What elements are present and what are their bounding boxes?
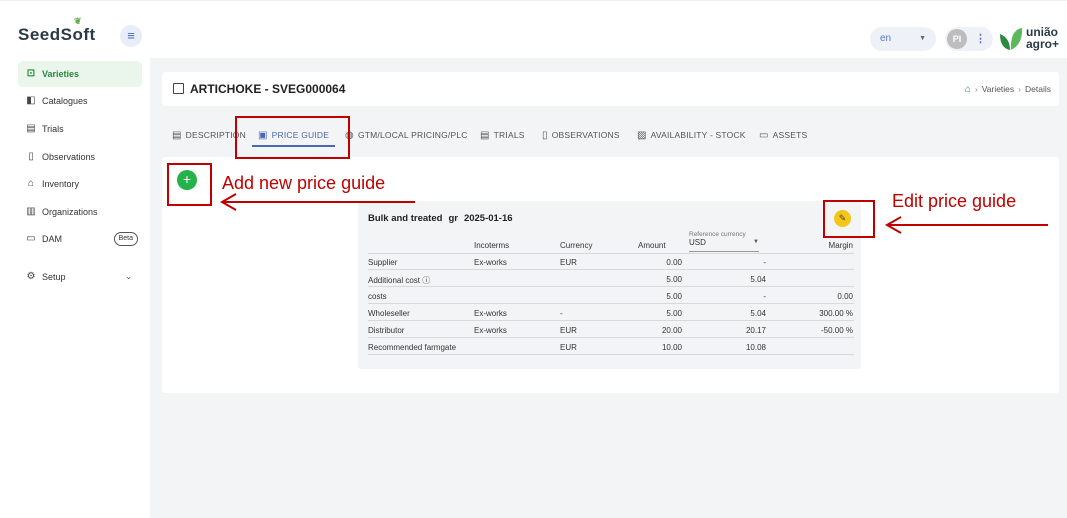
column-header-currency: Currency <box>560 241 593 250</box>
more-vert-icon[interactable]: ⋮ <box>975 32 986 45</box>
hamburger-icon[interactable]: ≡ <box>120 25 142 47</box>
chevron-down-icon: ▼ <box>919 35 926 42</box>
sidebar-item-catalogues[interactable]: ◧ Catalogues <box>18 88 142 114</box>
breadcrumb-varieties[interactable]: Varieties <box>982 84 1014 94</box>
reference-currency-label: Reference currency <box>689 231 746 238</box>
gear-icon: ⚙ <box>26 271 36 282</box>
tab-availability-stock[interactable]: ▨ AVAILABILITY - STOCK <box>637 122 746 148</box>
info-icon[interactable]: ⓘ <box>422 276 430 285</box>
chevron-down-icon: ▼ <box>753 239 759 245</box>
sprout-icon: ❦ <box>74 16 83 26</box>
table-row: Supplier Ex-works EUR 0.00 - <box>368 255 854 270</box>
language-select[interactable]: en ▼ <box>870 27 936 51</box>
select-checkbox[interactable] <box>173 83 184 94</box>
folder-icon: ▭ <box>759 130 769 141</box>
annotation-box-edit-button <box>823 200 875 238</box>
sidebar-item-observations[interactable]: ▯ Observations <box>18 144 142 170</box>
table-row: Recommended farmgate EUR 10.00 10.08 <box>368 340 854 355</box>
sidebar-item-trials[interactable]: ▤ Trials <box>18 116 142 142</box>
document-icon: ▤ <box>172 130 182 141</box>
table-row: costs 5.00 - 0.00 <box>368 289 854 304</box>
top-bar: SeedSoft ❦ ≡ en ▼ PI ⋮ união agro+ <box>0 0 1067 58</box>
app-logo[interactable]: SeedSoft ❦ <box>18 16 96 45</box>
catalogue-icon: ◧ <box>26 95 36 106</box>
column-header-amount: Amount <box>638 241 666 250</box>
breadcrumb: ⌂ › Varieties › Details <box>964 84 1051 95</box>
home-icon[interactable]: ⌂ <box>965 84 971 95</box>
sidebar: ⊡ Varieties ◧ Catalogues ▤ Trials ▯ Observat… <box>0 58 150 518</box>
table-row: Wholeseller Ex-works - 5.00 5.04 300.00 … <box>368 306 854 321</box>
annotation-box-add-button <box>167 163 212 206</box>
annotation-add-label: Add new price guide <box>222 173 386 193</box>
sidebar-item-varieties[interactable]: ⊡ Varieties <box>18 61 142 87</box>
uniao-agro-leaf-icon <box>1000 28 1023 50</box>
sidebar-item-dam[interactable]: ▭ DAM Beta <box>18 226 142 252</box>
reference-currency-select[interactable]: USD ▼ <box>689 238 759 247</box>
avatar[interactable]: PI <box>947 29 967 49</box>
seed-icon: ⊡ <box>26 68 36 79</box>
table-row: Distributor Ex-works EUR 20.00 20.17 -50… <box>368 323 854 338</box>
reference-currency-underline <box>689 251 759 252</box>
clipboard-icon: ▤ <box>26 123 36 134</box>
building-icon: ▥ <box>26 206 36 217</box>
folder-icon: ▭ <box>26 233 36 244</box>
sidebar-item-inventory[interactable]: ⌂ Inventory <box>18 171 142 197</box>
warehouse-icon: ⌂ <box>27 178 35 189</box>
notebook-icon: ▯ <box>28 151 34 162</box>
tab-observations[interactable]: ▯ OBSERVATIONS <box>542 122 620 148</box>
clipboard-icon: ▤ <box>480 130 490 141</box>
tab-gtm-local-pricing[interactable]: ◍ GTM/LOCAL PRICING/PLC <box>345 122 468 148</box>
page-header: ARTICHOKE - SVEG000064 ⌂ › Varieties › Detai… <box>162 72 1059 106</box>
user-menu[interactable]: PI ⋮ <box>945 27 993 51</box>
page-title: ARTICHOKE - SVEG000064 <box>190 82 346 96</box>
tab-trials[interactable]: ▤ TRIALS <box>480 122 525 148</box>
price-guide-card: Bulk and treated gr 2025-01-16 ✎ Incoterms… <box>358 201 861 369</box>
sidebar-item-setup[interactable]: ⚙ Setup ⌄ <box>18 264 142 290</box>
beta-badge: Beta <box>113 232 138 246</box>
clipboard-check-icon: ▨ <box>637 130 647 141</box>
tab-assets[interactable]: ▭ ASSETS <box>759 122 807 148</box>
sidebar-item-organizations[interactable]: ▥ Organizations <box>18 199 142 225</box>
column-header-margin: Margin <box>828 241 853 250</box>
table-row: Additional cost ⓘ 5.00 5.04 <box>368 272 854 287</box>
notebook-icon: ▯ <box>542 130 548 141</box>
breadcrumb-details: Details <box>1025 84 1051 94</box>
chevron-down-icon: ⌄ <box>125 272 132 281</box>
brand-name: união agro+ <box>1026 25 1060 51</box>
column-header-incoterms: Incoterms <box>474 241 510 250</box>
annotation-box-price-guide-tab <box>235 116 350 159</box>
price-guide-title: Bulk and treated gr 2025-01-16 <box>368 213 513 224</box>
annotation-edit-label: Edit price guide <box>892 191 1017 211</box>
table-header-divider <box>368 253 854 254</box>
